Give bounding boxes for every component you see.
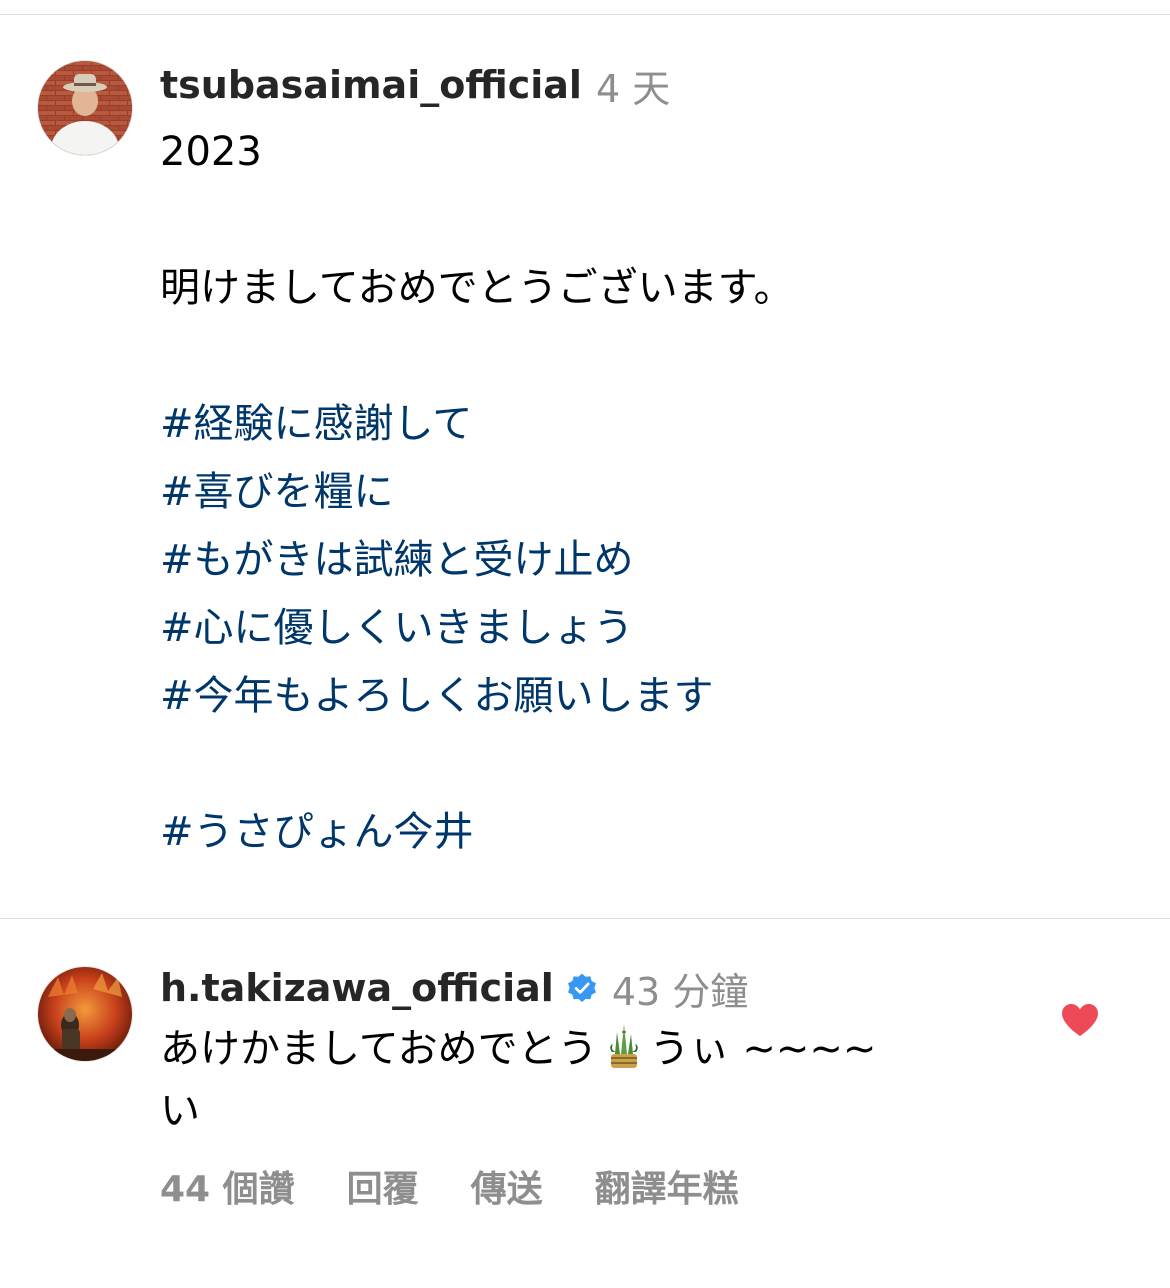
hashtag-link[interactable]: #もがきは試練と受け止め bbox=[160, 537, 634, 583]
top-divider bbox=[0, 14, 1170, 15]
hashtag-link[interactable]: #経験に感謝して bbox=[160, 401, 472, 447]
avatar-image bbox=[38, 61, 132, 155]
send-button[interactable]: 傳送 bbox=[471, 1160, 543, 1212]
caption-line: 2023 bbox=[160, 118, 1120, 186]
comment-divider bbox=[0, 918, 1170, 919]
post-author-avatar[interactable] bbox=[37, 60, 133, 156]
reply-button[interactable]: 回覆 bbox=[347, 1160, 419, 1212]
comment-text-part2: うぃ ~~~~ bbox=[649, 1026, 877, 1072]
likes-count-button[interactable]: 44 個讚 bbox=[160, 1160, 295, 1212]
comment-text-part1: あけかましておめでとう bbox=[160, 1026, 598, 1072]
post-timestamp: 4 天 bbox=[595, 66, 671, 111]
hashtag-link[interactable]: #今年もよろしくお願いします bbox=[160, 673, 714, 719]
comment-author-avatar[interactable] bbox=[37, 966, 133, 1062]
caption-text: 2023 bbox=[160, 129, 262, 175]
comment-actions: 44 個讚 回覆 傳送 翻譯年糕 bbox=[160, 1158, 791, 1214]
comment-header: h.takizawa_official 43 分鐘 bbox=[160, 963, 749, 1014]
translate-button[interactable]: 翻譯年糕 bbox=[595, 1160, 739, 1212]
comment-username[interactable]: h.takizawa_official bbox=[160, 966, 554, 1010]
caption-line: 明けましておめでとうございます。 bbox=[160, 254, 1120, 322]
post-username[interactable]: tsubasaimai_official bbox=[160, 63, 582, 107]
comment-text: あけかましておめでとう うぃ ~~~~ い bbox=[160, 1018, 1020, 1142]
post-caption: 2023 明けましておめでとうございます。 #経験に感謝して #喜びを糧に #もがきは試… bbox=[160, 118, 1120, 866]
hashtag-link[interactable]: #心に優しくいきましょう bbox=[160, 605, 634, 651]
comment-text-line2: い bbox=[160, 1088, 200, 1134]
kadomatsu-icon bbox=[604, 1022, 644, 1070]
caption-line: #心に優しくいきましょう bbox=[160, 594, 1120, 662]
caption-text: 明けましておめでとうございます。 bbox=[160, 265, 794, 311]
caption-line: #今年もよろしくお願いします bbox=[160, 662, 1120, 730]
caption-line: #喜びを糧に bbox=[160, 458, 1120, 526]
comment-timestamp: 43 分鐘 bbox=[611, 969, 749, 1014]
caption-line: #うさぴょん今井 bbox=[160, 798, 1120, 866]
avatar-image bbox=[38, 967, 132, 1061]
hashtag-link[interactable]: #喜びを糧に bbox=[160, 469, 394, 515]
caption-line: #もがきは試練と受け止め bbox=[160, 526, 1120, 594]
heart-icon[interactable] bbox=[1060, 1002, 1100, 1038]
hashtag-link[interactable]: #うさぴょん今井 bbox=[160, 809, 474, 855]
verified-badge-icon bbox=[566, 972, 598, 1004]
caption-line: #経験に感謝して bbox=[160, 390, 1120, 458]
post-header: tsubasaimai_official 4 天 bbox=[160, 60, 671, 111]
